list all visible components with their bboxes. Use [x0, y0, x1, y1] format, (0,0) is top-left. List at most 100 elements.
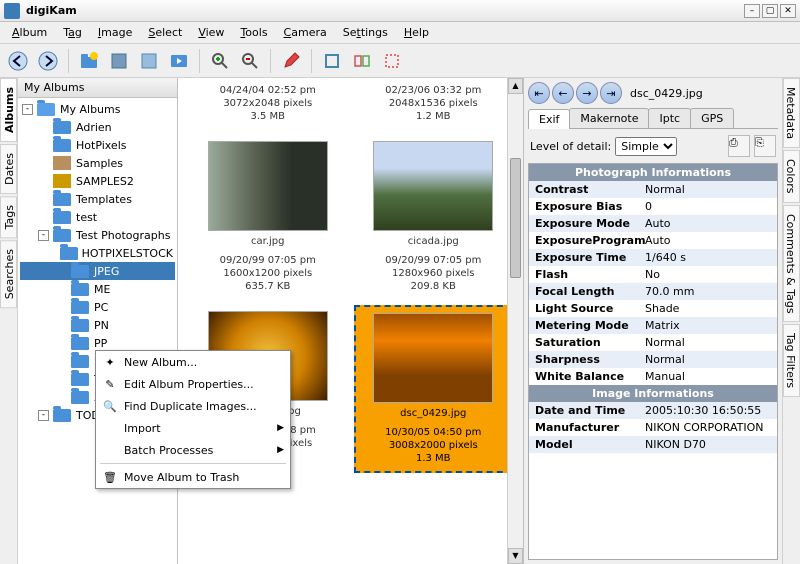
tree-item[interactable]: ME	[20, 280, 175, 298]
zoom-out-button[interactable]	[236, 47, 264, 75]
prop-section-header: Image Informations	[529, 385, 777, 402]
menu-tools[interactable]: Tools	[232, 24, 275, 41]
album-tree: -My AlbumsAdrienHotPixelsSamplesSAMPLES2…	[18, 98, 177, 564]
thumbnail-cell[interactable]: dsc_0429.jpg10/30/05 04:50 pm3008x2000 p…	[354, 305, 514, 473]
thumbnail-cell[interactable]: car.jpg09/20/99 07:05 pm1600x1200 pixels…	[188, 135, 348, 299]
fullscreen-button[interactable]	[318, 47, 346, 75]
context-menu-item[interactable]: ✦New Album...	[96, 351, 290, 373]
tab-comments-tags[interactable]: Comments & Tags	[783, 205, 800, 323]
slideshow-button[interactable]	[165, 47, 193, 75]
context-menu-item[interactable]: 🗑Move Album to Trash	[96, 466, 290, 488]
forward-button[interactable]	[34, 47, 62, 75]
prop-row: ManufacturerNIKON CORPORATION	[529, 419, 777, 436]
menu-image[interactable]: Image	[90, 24, 140, 41]
prop-row: Metering ModeMatrix	[529, 317, 777, 334]
tab-gps[interactable]: GPS	[690, 108, 734, 128]
prop-section-header: Photograph Informations	[529, 164, 777, 181]
tree-item[interactable]: PN	[20, 316, 175, 334]
menubar: Album Tag Image Select View Tools Camera…	[0, 22, 800, 44]
toolbar	[0, 44, 800, 78]
nav-prev-button[interactable]: ←	[552, 82, 574, 104]
new-album-button[interactable]	[75, 47, 103, 75]
tree-item[interactable]: Templates	[20, 190, 175, 208]
menu-album[interactable]: Album	[4, 24, 55, 41]
prop-row: ContrastNormal	[529, 181, 777, 198]
maximize-button[interactable]: ▢	[762, 4, 778, 18]
tree-item[interactable]: Adrien	[20, 118, 175, 136]
thumbnail-cell[interactable]: cicada.jpg09/20/99 07:05 pm1280x960 pixe…	[354, 135, 514, 299]
tree-item[interactable]: -Test Photographs	[20, 226, 175, 244]
lighttable-button[interactable]	[348, 47, 376, 75]
tab-searches[interactable]: Searches	[0, 240, 17, 308]
thumbnail-cell[interactable]: 02/23/06 03:32 pm2048x1536 pixels1.2 MB	[354, 78, 514, 129]
tree-item[interactable]: HotPixels	[20, 136, 175, 154]
tree-item[interactable]: PC	[20, 298, 175, 316]
albums-sidebar: My Albums -My AlbumsAdrienHotPixelsSampl…	[18, 78, 178, 564]
prop-row: White BalanceManual	[529, 368, 777, 385]
menu-camera[interactable]: Camera	[276, 24, 335, 41]
tab-exif[interactable]: Exif	[528, 109, 570, 129]
nav-first-button[interactable]: ⇤	[528, 82, 550, 104]
print-icon[interactable]: ⎙	[728, 135, 750, 157]
detail-select[interactable]: Simple	[615, 137, 677, 156]
tab-dates[interactable]: Dates	[0, 144, 17, 194]
edit-button[interactable]	[105, 47, 133, 75]
tree-item[interactable]: SAMPLES2	[20, 172, 175, 190]
context-menu-item[interactable]: Import▶	[96, 417, 290, 439]
nav-next-button[interactable]: →	[576, 82, 598, 104]
scroll-down-button[interactable]: ▼	[508, 548, 523, 564]
scrollbar-thumb[interactable]	[510, 158, 521, 278]
prop-row: ModelNIKON D70	[529, 436, 777, 453]
prop-row: Exposure Bias0	[529, 198, 777, 215]
context-menu-item[interactable]: ✎Edit Album Properties...	[96, 373, 290, 395]
tree-item[interactable]: JPEG	[20, 262, 175, 280]
titlebar: digiKam – ▢ ✕	[0, 0, 800, 22]
window-title: digiKam	[26, 4, 742, 17]
minimize-button[interactable]: –	[744, 4, 760, 18]
tab-albums[interactable]: Albums	[0, 78, 17, 142]
tab-metadata[interactable]: Metadata	[783, 78, 800, 148]
prop-row: SaturationNormal	[529, 334, 777, 351]
menu-help[interactable]: Help	[396, 24, 437, 41]
metadata-panel: ⇤ ← → ⇥ dsc_0429.jpg Exif Makernote Iptc…	[524, 78, 782, 564]
menu-select[interactable]: Select	[140, 24, 190, 41]
zoom-in-button[interactable]	[206, 47, 234, 75]
image-edit-button[interactable]	[277, 47, 305, 75]
prop-row: FlashNo	[529, 266, 777, 283]
view-button[interactable]	[135, 47, 163, 75]
menu-view[interactable]: View	[190, 24, 232, 41]
context-menu-item[interactable]: 🔍Find Duplicate Images...	[96, 395, 290, 417]
menu-settings[interactable]: Settings	[335, 24, 396, 41]
selection-button[interactable]	[378, 47, 406, 75]
tab-tags[interactable]: Tags	[0, 196, 17, 238]
prop-row: ExposureProgramAuto	[529, 232, 777, 249]
prop-row: Light SourceShade	[529, 300, 777, 317]
prop-row: Date and Time2005:10:30 16:50:55	[529, 402, 777, 419]
exif-table: Photograph InformationsContrastNormalExp…	[528, 163, 778, 560]
right-tabs: Metadata Colors Comments & Tags Tag Filt…	[782, 78, 800, 564]
prop-row: SharpnessNormal	[529, 351, 777, 368]
album-context-menu: ✦New Album...✎Edit Album Properties...🔍F…	[95, 350, 291, 489]
current-filename: dsc_0429.jpg	[630, 87, 703, 100]
tab-colors[interactable]: Colors	[783, 150, 800, 202]
tree-root[interactable]: -My Albums	[20, 100, 175, 118]
close-button[interactable]: ✕	[780, 4, 796, 18]
menu-tag[interactable]: Tag	[55, 24, 90, 41]
back-button[interactable]	[4, 47, 32, 75]
scroll-up-button[interactable]: ▲	[508, 78, 523, 94]
tab-tag-filters[interactable]: Tag Filters	[783, 324, 800, 397]
nav-last-button[interactable]: ⇥	[600, 82, 622, 104]
copy-icon[interactable]: ⎘	[754, 135, 776, 157]
tree-item[interactable]: HOTPIXELSTOCK	[20, 244, 175, 262]
context-menu-item[interactable]: Batch Processes▶	[96, 439, 290, 461]
metadata-tabs: Exif Makernote Iptc GPS	[528, 108, 778, 129]
thumbs-scrollbar[interactable]: ▲ ▼	[507, 78, 523, 564]
tab-makernote[interactable]: Makernote	[569, 108, 649, 128]
prop-row: Exposure Time1/640 s	[529, 249, 777, 266]
tab-iptc[interactable]: Iptc	[648, 108, 691, 128]
tree-item[interactable]: Samples	[20, 154, 175, 172]
thumbnail-cell[interactable]: 04/24/04 02:52 pm3072x2048 pixels3.5 MB	[188, 78, 348, 129]
tree-item[interactable]: test	[20, 208, 175, 226]
prop-row: Focal Length70.0 mm	[529, 283, 777, 300]
detail-label: Level of detail:	[530, 140, 611, 153]
